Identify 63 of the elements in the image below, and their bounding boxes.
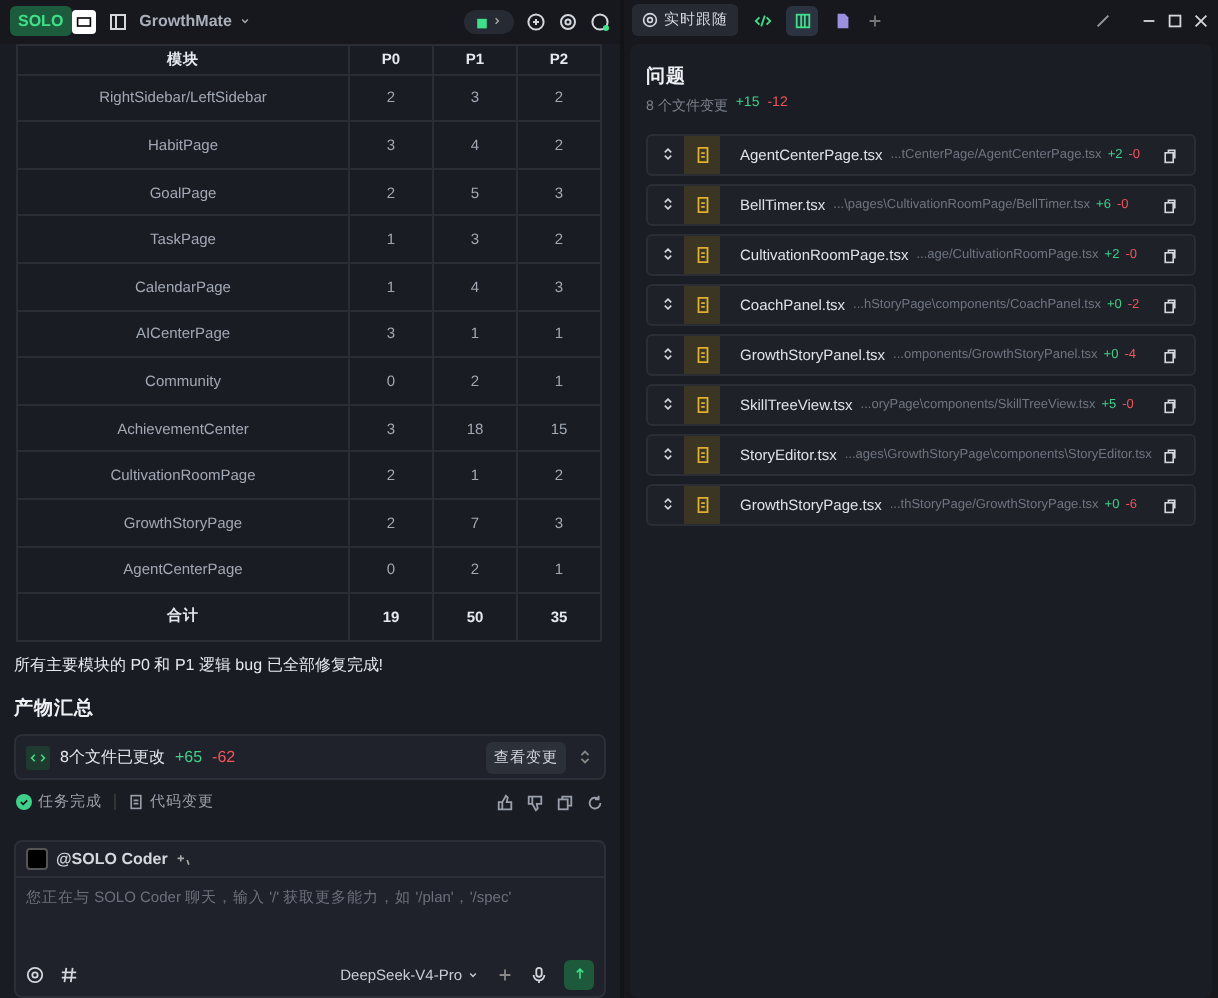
thumbs-up-icon[interactable] bbox=[496, 793, 514, 812]
code-icon bbox=[753, 11, 771, 29]
refresh-icon[interactable] bbox=[586, 793, 604, 812]
file-icon bbox=[684, 336, 720, 374]
microphone-icon[interactable] bbox=[530, 965, 548, 984]
sidebar-toggle-icon[interactable] bbox=[107, 11, 128, 32]
file-icon bbox=[684, 436, 720, 474]
file-icon bbox=[684, 186, 720, 224]
copy-icon[interactable] bbox=[1162, 197, 1178, 213]
file-icon bbox=[684, 236, 720, 274]
account-icon[interactable] bbox=[590, 11, 610, 32]
close-icon[interactable] bbox=[1192, 11, 1210, 29]
copy-icon[interactable] bbox=[556, 793, 574, 812]
expand-icon[interactable] bbox=[660, 445, 676, 461]
columns-icon bbox=[793, 11, 811, 29]
chevron-down-icon bbox=[466, 967, 480, 982]
file-icon bbox=[684, 386, 720, 424]
code-icon bbox=[26, 745, 50, 770]
section-title: 产物汇总 bbox=[12, 695, 96, 724]
expand-icon[interactable] bbox=[660, 495, 676, 511]
document-icon bbox=[128, 794, 144, 811]
file-icon bbox=[684, 486, 720, 524]
chat-add-icon[interactable] bbox=[526, 11, 546, 32]
send-button[interactable] bbox=[564, 959, 594, 990]
added-count: +65 bbox=[174, 748, 203, 767]
expand-icon[interactable] bbox=[660, 195, 676, 211]
expand-icon[interactable] bbox=[660, 145, 676, 161]
panel-tab[interactable] bbox=[786, 5, 818, 35]
copy-icon[interactable] bbox=[1162, 147, 1178, 163]
copy-icon[interactable] bbox=[1162, 297, 1178, 313]
document-icon bbox=[833, 11, 851, 29]
agent-avatar bbox=[26, 848, 48, 871]
file-icon bbox=[684, 286, 720, 324]
expand-icon[interactable] bbox=[660, 295, 676, 311]
plugin-button[interactable] bbox=[464, 9, 514, 34]
chevron-right-icon bbox=[490, 14, 504, 29]
panel-title: 问题 bbox=[646, 64, 688, 90]
copy-icon[interactable] bbox=[1162, 347, 1178, 363]
add-icon[interactable] bbox=[496, 965, 514, 984]
expand-icon[interactable] bbox=[660, 245, 676, 261]
copy-icon[interactable] bbox=[1162, 447, 1178, 463]
expand-icon[interactable] bbox=[660, 345, 676, 361]
files-changed-label: 8个文件已更改 bbox=[60, 746, 165, 769]
summary-text: 所有主要模块的 P0 和 P1 逻辑 bug 已全部修复完成! bbox=[12, 653, 385, 676]
target-icon bbox=[642, 12, 658, 28]
settings-icon[interactable] bbox=[558, 11, 578, 32]
logo: SOLO bbox=[10, 6, 72, 37]
check-circle-icon bbox=[16, 794, 32, 811]
arrow-up-icon bbox=[571, 966, 587, 983]
copy-icon[interactable] bbox=[1162, 397, 1178, 413]
copy-icon[interactable] bbox=[1162, 247, 1178, 263]
expand-icon[interactable] bbox=[660, 395, 676, 411]
maximize-icon[interactable] bbox=[1166, 11, 1184, 29]
agent-name: @SOLO Coder bbox=[56, 850, 168, 869]
copy-icon[interactable] bbox=[1162, 497, 1178, 513]
chevron-down-icon bbox=[237, 14, 252, 29]
add-tab-icon[interactable] bbox=[866, 11, 884, 29]
file-icon bbox=[684, 136, 720, 174]
terminal-icon bbox=[71, 9, 96, 34]
hashtag-icon[interactable] bbox=[60, 965, 78, 984]
thumbs-down-icon[interactable] bbox=[526, 793, 544, 812]
removed-count: -62 bbox=[212, 748, 236, 767]
project-dropdown[interactable]: GrowthMate bbox=[139, 12, 252, 31]
